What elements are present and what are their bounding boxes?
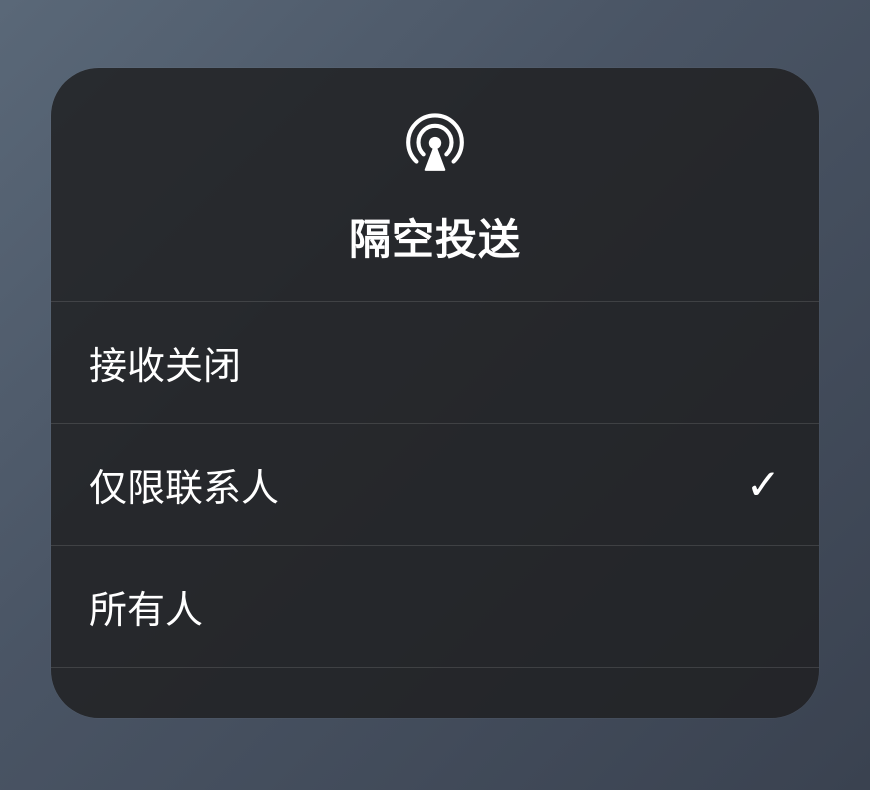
option-label: 接收关闭 — [89, 335, 241, 390]
option-everyone[interactable]: 所有人 ✓ — [51, 546, 819, 668]
airdrop-panel: 隔空投送 接收关闭 ✓ 仅限联系人 ✓ 所有人 ✓ — [51, 68, 819, 718]
option-contacts-only[interactable]: 仅限联系人 ✓ — [51, 424, 819, 546]
option-label: 所有人 — [89, 579, 203, 634]
airdrop-title: 隔空投送 — [349, 206, 521, 267]
option-label: 仅限联系人 — [89, 457, 279, 512]
airdrop-header: 隔空投送 — [51, 68, 819, 302]
airdrop-options: 接收关闭 ✓ 仅限联系人 ✓ 所有人 ✓ — [51, 302, 819, 668]
checkmark-icon: ✓ — [746, 460, 781, 509]
option-receiving-off[interactable]: 接收关闭 ✓ — [51, 302, 819, 424]
airdrop-icon — [402, 110, 468, 176]
panel-bottom-space — [51, 668, 819, 718]
